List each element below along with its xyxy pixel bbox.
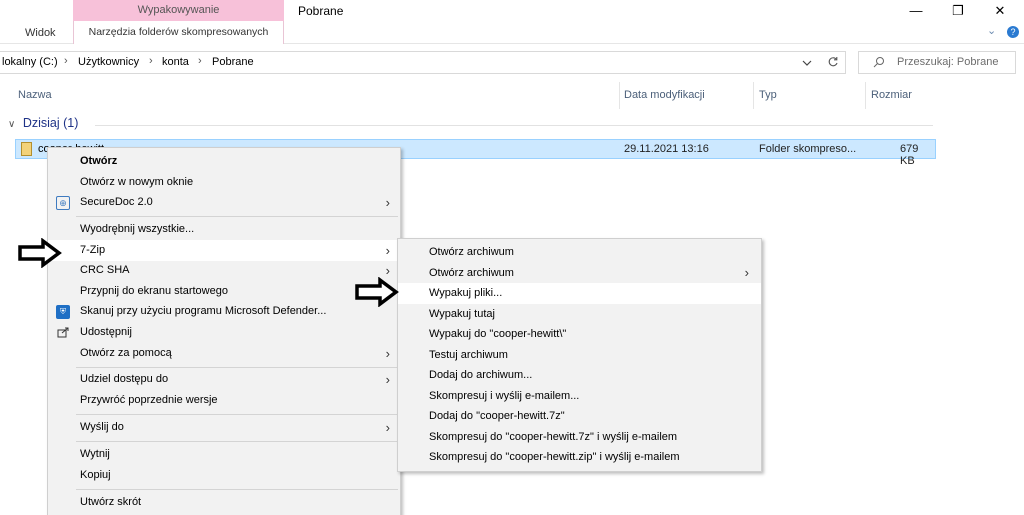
- menu-divider: [76, 489, 398, 490]
- refresh-icon: [828, 57, 838, 67]
- chevron-right-icon: ›: [744, 265, 749, 280]
- submenu-item-compress-7z-email[interactable]: Skompresuj do "cooper-hewitt.7z" i wyśli…: [398, 427, 761, 448]
- menu-item-pin-start[interactable]: Przypnij do ekranu startowego: [48, 281, 400, 302]
- breadcrumb-konta[interactable]: konta: [162, 56, 189, 68]
- search-box[interactable]: Przeszukaj: Pobrane: [858, 51, 1016, 74]
- menu-item-scan-defender[interactable]: ⛨ Skanuj przy użyciu programu Microsoft …: [48, 301, 400, 322]
- securedoc-icon: ⊕: [56, 196, 70, 210]
- address-bar[interactable]: lokalny (C:) › Użytkownicy › konta › Pob…: [0, 51, 846, 74]
- group-header-today[interactable]: ∨ Dzisiaj (1): [8, 116, 78, 130]
- column-header-type[interactable]: Typ: [759, 89, 777, 101]
- arrow-right-icon: [18, 238, 62, 268]
- close-button[interactable]: ✕: [980, 0, 1020, 22]
- submenu-item-extract-here[interactable]: Wypakuj tutaj: [398, 304, 761, 325]
- group-divider: [95, 125, 933, 126]
- defender-shield-icon: ⛨: [56, 305, 70, 319]
- share-icon: [56, 326, 70, 340]
- column-divider[interactable]: [619, 82, 620, 109]
- submenu-item-test-archive[interactable]: Testuj archiwum: [398, 345, 761, 366]
- menu-item-open[interactable]: Otwórz: [48, 151, 400, 172]
- submenu-item-extract-to-folder[interactable]: Wypakuj do "cooper-hewitt\": [398, 324, 761, 345]
- breadcrumb-separator[interactable]: ›: [64, 55, 68, 67]
- search-icon: [873, 56, 885, 71]
- menu-item-open-new-window[interactable]: Otwórz w nowym oknie: [48, 172, 400, 193]
- column-divider[interactable]: [865, 82, 866, 109]
- help-icon[interactable]: ?: [1007, 26, 1019, 38]
- menu-divider: [76, 367, 398, 368]
- menu-item-extract-all[interactable]: Wyodrębnij wszystkie...: [48, 219, 400, 240]
- tab-compressed-folder-tools[interactable]: Narzędzia folderów skompresowanych: [73, 21, 284, 44]
- file-size: 679 KB: [900, 143, 919, 167]
- menu-item-give-access[interactable]: Udziel dostępu do ›: [48, 369, 400, 390]
- submenu-item-open-archive-more[interactable]: Otwórz archiwum ›: [398, 263, 761, 284]
- title-bar: Widok Wypakowywanie Narzędzia folderów s…: [0, 0, 1024, 44]
- menu-divider: [76, 216, 398, 217]
- expand-ribbon-icon[interactable]: ⌄: [987, 24, 996, 37]
- group-label: Dzisiaj (1): [22, 116, 79, 130]
- menu-item-restore-versions[interactable]: Przywróć poprzednie wersje: [48, 390, 400, 411]
- submenu-item-extract-files[interactable]: Wypakuj pliki...: [398, 283, 761, 304]
- menu-item-cut[interactable]: Wytnij: [48, 444, 400, 465]
- breadcrumb-users[interactable]: Użytkownicy: [78, 56, 139, 68]
- column-header-size[interactable]: Rozmiar: [871, 89, 912, 101]
- menu-item-create-shortcut[interactable]: Utwórz skrót: [48, 492, 400, 513]
- column-header-name[interactable]: Nazwa: [18, 89, 52, 101]
- submenu-item-add-to-archive[interactable]: Dodaj do archiwum...: [398, 365, 761, 386]
- tab-view[interactable]: Widok: [25, 27, 56, 39]
- file-type: Folder skompreso...: [759, 143, 857, 155]
- breadcrumb-separator[interactable]: ›: [149, 55, 153, 67]
- breadcrumb-separator[interactable]: ›: [198, 55, 202, 67]
- zip-folder-icon: [21, 142, 32, 156]
- menu-item-copy[interactable]: Kopiuj: [48, 465, 400, 486]
- menu-item-crc-sha[interactable]: CRC SHA ›: [48, 260, 400, 281]
- chevron-right-icon: ›: [385, 372, 390, 387]
- file-date: 29.11.2021 13:16: [624, 143, 709, 155]
- chevron-down-icon[interactable]: ∨: [8, 119, 15, 130]
- chevron-right-icon: ›: [385, 346, 390, 361]
- menu-item-share[interactable]: Udostępnij: [48, 322, 400, 343]
- menu-divider: [76, 441, 398, 442]
- chevron-down-icon: [802, 60, 812, 66]
- chevron-right-icon: ›: [385, 420, 390, 435]
- submenu-item-compress-zip-email[interactable]: Skompresuj do "cooper-hewitt.zip" i wyśl…: [398, 447, 761, 468]
- column-divider[interactable]: [753, 82, 754, 109]
- minimize-button[interactable]: —: [896, 0, 936, 22]
- breadcrumb-drive[interactable]: lokalny (C:): [2, 56, 58, 68]
- search-input[interactable]: Przeszukaj: Pobrane: [897, 56, 999, 68]
- submenu-item-compress-email[interactable]: Skompresuj i wyślij e-mailem...: [398, 386, 761, 407]
- refresh-button[interactable]: [822, 51, 844, 74]
- arrow-right-icon: [355, 277, 399, 307]
- menu-item-open-with[interactable]: Otwórz za pomocą ›: [48, 343, 400, 364]
- chevron-right-icon: ›: [385, 243, 390, 258]
- context-group-label: Wypakowywanie: [73, 0, 284, 21]
- breadcrumb-pobrane[interactable]: Pobrane: [212, 56, 254, 68]
- menu-item-7zip[interactable]: 7-Zip ›: [48, 240, 400, 261]
- submenu-item-open-archive[interactable]: Otwórz archiwum: [398, 242, 761, 263]
- 7zip-submenu: Otwórz archiwum Otwórz archiwum › Wypakuj…: [397, 238, 762, 472]
- submenu-item-add-7z[interactable]: Dodaj do "cooper-hewitt.7z": [398, 406, 761, 427]
- chevron-right-icon: ›: [385, 195, 390, 210]
- restore-button[interactable]: ❐: [938, 0, 978, 22]
- context-menu: Otwórz Otwórz w nowym oknie ⊕ SecureDoc …: [47, 147, 401, 515]
- window-title: Pobrane: [298, 4, 344, 18]
- menu-item-send-to[interactable]: Wyślij do ›: [48, 417, 400, 438]
- address-dropdown-button[interactable]: [796, 51, 818, 74]
- column-header-date[interactable]: Data modyfikacji: [624, 89, 705, 101]
- menu-item-securedoc[interactable]: ⊕ SecureDoc 2.0 ›: [48, 192, 400, 213]
- menu-divider: [76, 414, 398, 415]
